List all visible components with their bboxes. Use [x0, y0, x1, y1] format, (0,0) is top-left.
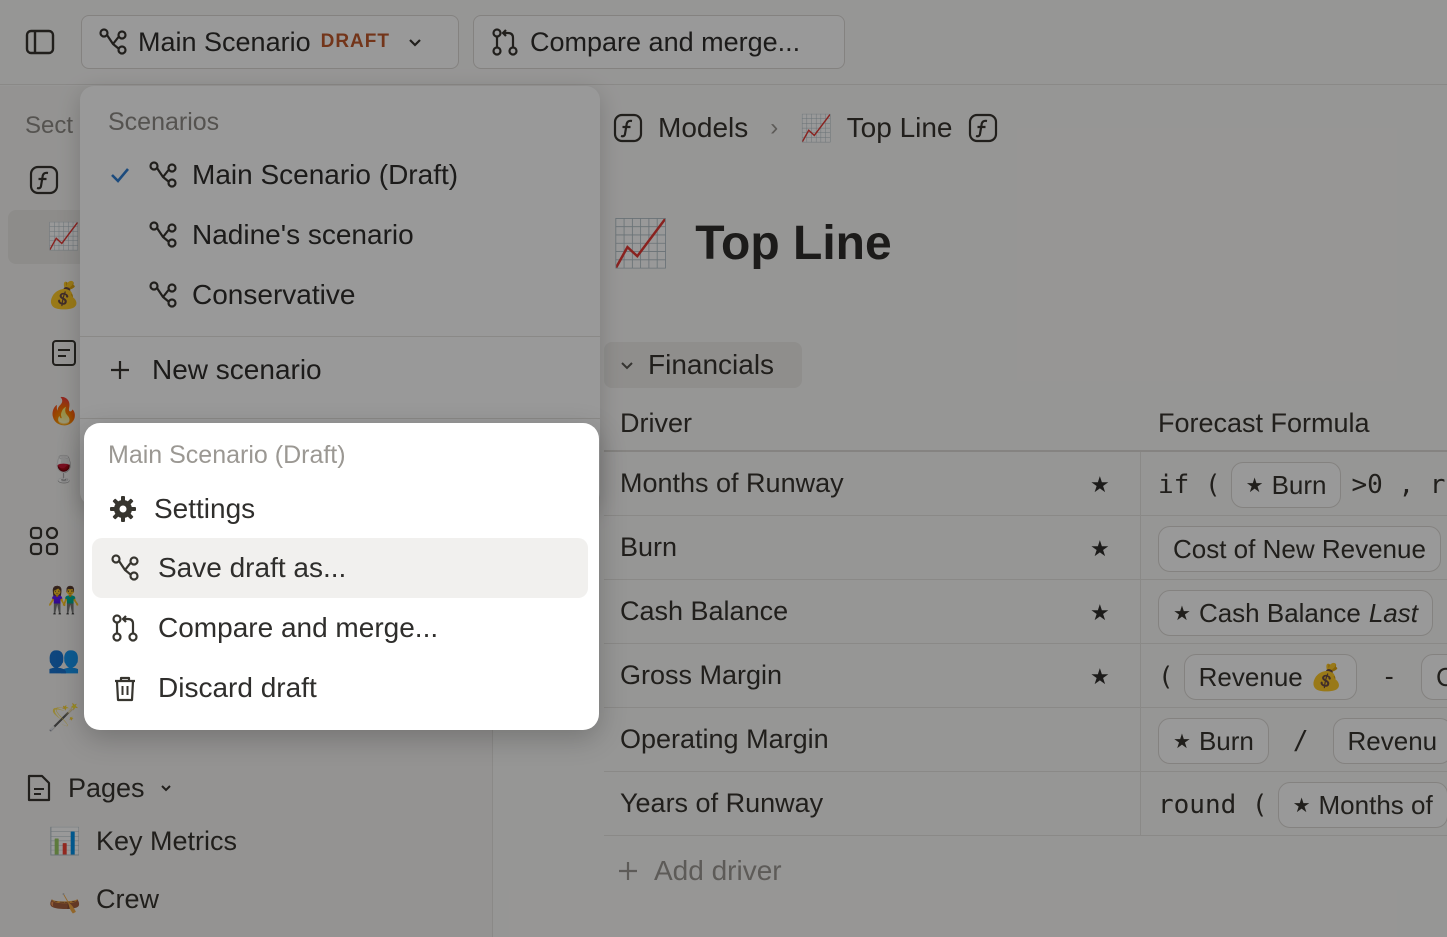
trash-icon	[108, 673, 142, 703]
discard-draft-label: Discard draft	[158, 672, 317, 703]
merge-icon	[108, 613, 142, 643]
settings-label: Settings	[154, 493, 256, 524]
gear-icon	[108, 494, 138, 524]
settings-menu-item[interactable]: Settings	[92, 479, 588, 539]
compare-merge-label: Compare and merge...	[158, 612, 439, 643]
discard-draft-menu-item[interactable]: Discard draft	[92, 658, 588, 718]
save-draft-as-menu-item[interactable]: Save draft as...	[92, 538, 588, 598]
scenario-actions-menu: Main Scenario (Draft) Settings Save draf…	[84, 423, 599, 730]
compare-merge-menu-item[interactable]: Compare and merge...	[92, 598, 588, 658]
save-draft-label: Save draft as...	[158, 552, 347, 583]
scenario-branch-icon	[108, 553, 142, 583]
menu-header: Main Scenario (Draft)	[108, 441, 346, 469]
